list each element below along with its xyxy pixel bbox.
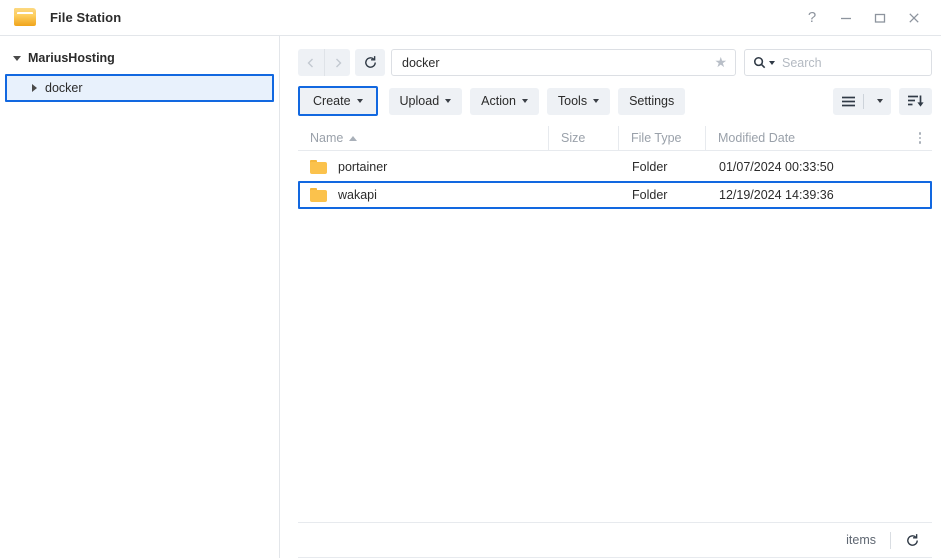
title-bar: File Station ? [0, 0, 941, 36]
column-header-size[interactable]: Size [548, 126, 618, 150]
table-row[interactable]: portainer Folder 01/07/2024 00:33:50 [298, 153, 932, 181]
column-options-button[interactable] [908, 132, 932, 144]
chevron-down-icon [593, 99, 600, 103]
column-header-size-label: Size [561, 131, 586, 145]
close-icon [909, 12, 919, 23]
navigation-toolbar: docker ★ Search [289, 36, 941, 78]
nav-button-group [298, 49, 350, 76]
sort-ascending-icon [349, 135, 358, 141]
upload-button[interactable]: Upload [388, 87, 463, 115]
folder-icon [310, 160, 327, 174]
file-name-cell: portainer [300, 160, 550, 174]
column-header-modifieddate-label: Modified Date [718, 131, 796, 145]
main-panel: docker ★ Search Create Upload Action Too… [280, 36, 941, 558]
sidebar-children: docker [0, 74, 279, 102]
app-title: File Station [50, 10, 122, 25]
create-button-label: Create [313, 94, 351, 108]
tools-button[interactable]: Tools [546, 87, 611, 115]
status-bar: items [298, 522, 932, 558]
refresh-icon [907, 533, 918, 546]
action-button[interactable]: Action [470, 87, 539, 115]
sidebar-item-label: docker [45, 81, 83, 95]
folder-icon [310, 188, 327, 202]
chevron-down-icon[interactable] [877, 99, 883, 103]
chevron-down-icon[interactable] [769, 60, 775, 65]
maximize-icon [874, 13, 886, 23]
kebab-menu-icon [918, 132, 922, 144]
search-icon[interactable] [753, 56, 775, 69]
sort-descending-icon [908, 95, 924, 107]
file-type-cell: Folder [632, 188, 668, 202]
sort-button[interactable] [899, 87, 932, 115]
column-header-filetype[interactable]: File Type [618, 126, 705, 150]
list-view-icon [842, 96, 855, 106]
sidebar-item-mariushosting[interactable]: MariusHosting [0, 46, 279, 70]
chevron-left-icon [307, 58, 313, 67]
search-input[interactable]: Search [744, 49, 932, 76]
window-body: MariusHosting docker docker ★ Search Cre… [0, 36, 941, 558]
action-button-label: Action [481, 94, 516, 108]
chevron-right-icon[interactable] [32, 84, 37, 92]
settings-button-label: Settings [629, 94, 675, 108]
file-list: portainer Folder 01/07/2024 00:33:50 wak… [298, 151, 932, 522]
refresh-button[interactable] [355, 49, 385, 76]
back-button[interactable] [298, 49, 324, 76]
path-input[interactable]: docker ★ [391, 49, 736, 76]
sidebar: MariusHosting docker [0, 36, 280, 558]
upload-button-label: Upload [399, 94, 440, 108]
minimize-icon [841, 17, 851, 19]
column-header-filetype-label: File Type [631, 131, 682, 145]
sidebar-root-label: MariusHosting [28, 51, 115, 65]
column-header-name[interactable]: Name [298, 126, 548, 150]
minimize-button[interactable] [829, 1, 863, 35]
column-headers: Name Size File Type Modified Date [298, 126, 932, 151]
chevron-down-icon [445, 99, 452, 103]
search-placeholder: Search [782, 55, 822, 70]
item-count-label: items [846, 533, 876, 547]
column-header-modifieddate[interactable]: Modified Date [705, 126, 908, 150]
table-row[interactable]: wakapi Folder 12/19/2024 14:39:36 [298, 181, 932, 209]
window-controls: ? [795, 1, 941, 35]
file-type-cell: Folder [632, 160, 668, 174]
file-name: wakapi [338, 188, 377, 202]
question-mark-icon: ? [807, 9, 817, 26]
file-station-window: File Station ? MariusHosting docker dock… [0, 0, 941, 558]
chevron-down-icon[interactable] [13, 55, 21, 61]
action-toolbar: Create Upload Action Tools Settings [289, 78, 941, 118]
file-name: portainer [338, 160, 388, 174]
column-header-name-label: Name [310, 131, 344, 145]
help-button[interactable]: ? [795, 1, 829, 35]
settings-button[interactable]: Settings [618, 87, 686, 115]
star-icon[interactable]: ★ [714, 54, 729, 71]
tools-button-label: Tools [557, 94, 588, 108]
file-date-cell: 12/19/2024 14:39:36 [719, 188, 834, 202]
create-button[interactable]: Create [298, 86, 378, 116]
file-name-cell: wakapi [300, 188, 550, 202]
status-divider [890, 531, 891, 549]
close-button[interactable] [897, 1, 931, 35]
path-value: docker [402, 55, 440, 70]
chevron-down-icon [356, 99, 363, 103]
chevron-right-icon [335, 58, 341, 67]
view-divider [863, 93, 864, 109]
view-mode-button[interactable] [833, 87, 891, 115]
chevron-down-icon [521, 99, 528, 103]
refresh-icon [364, 56, 376, 68]
status-refresh-button[interactable] [905, 533, 926, 548]
forward-button[interactable] [324, 49, 350, 76]
sidebar-item-docker[interactable]: docker [5, 74, 274, 102]
folder-icon [14, 8, 36, 27]
maximize-button[interactable] [863, 1, 897, 35]
file-date-cell: 01/07/2024 00:33:50 [719, 160, 834, 174]
